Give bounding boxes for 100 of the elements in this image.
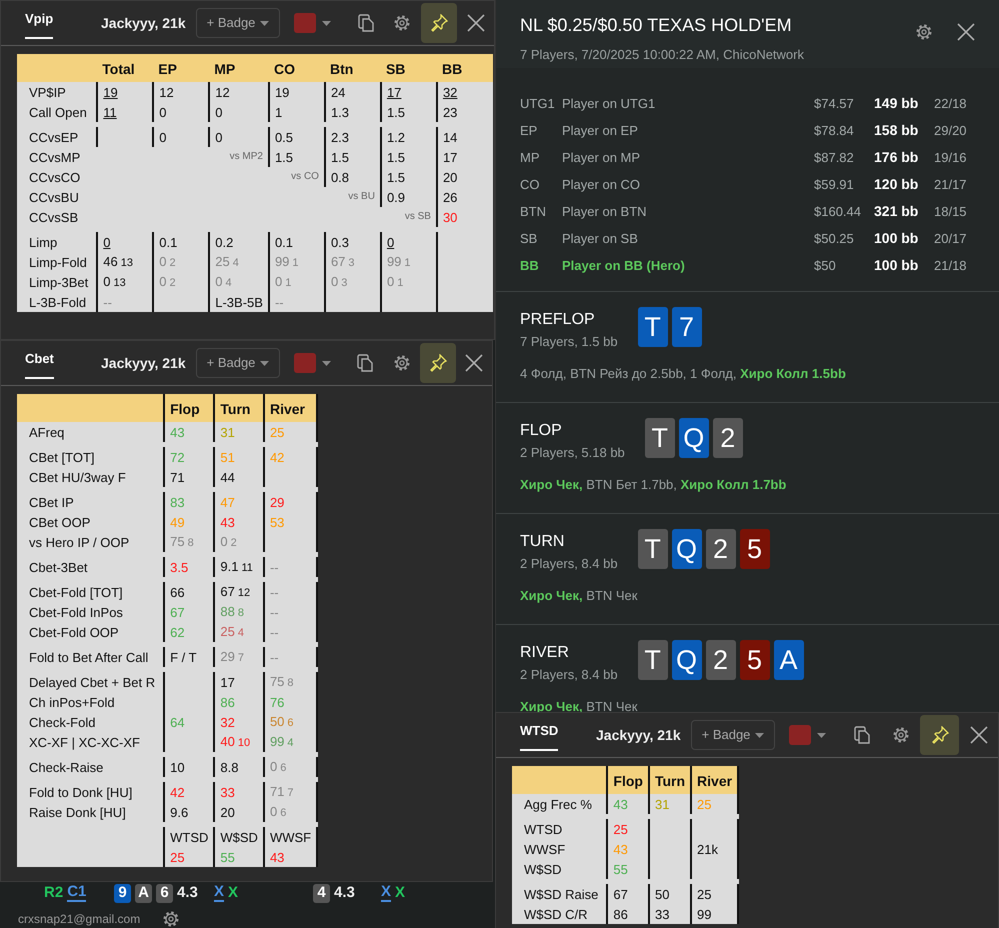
player-name: Player on SB <box>562 230 639 248</box>
pin-button[interactable] <box>420 343 456 383</box>
row-label: W$SD Raise <box>512 884 608 904</box>
player-position: EP <box>520 122 538 140</box>
table-cell: 0 <box>209 127 269 147</box>
table-cell: 0 1 <box>380 272 437 292</box>
column-header: EP <box>153 54 210 82</box>
tab[interactable]: Vpip <box>23 1 101 50</box>
row-label: CCvsSB <box>17 207 98 227</box>
table-cell: 0.5 <box>268 127 325 147</box>
row-label: Delayed Cbet + Bet R <box>17 672 164 692</box>
player-position: SB <box>520 230 538 248</box>
table-cell: 72 <box>164 447 214 467</box>
table-cell: 86 <box>607 904 649 924</box>
table-cell: 29 7 <box>214 647 264 667</box>
table-cell: 1.5 <box>324 147 381 167</box>
player-name: Player on MP <box>562 148 642 167</box>
table-cell: 17 <box>380 82 437 102</box>
player-stack: $59.91 <box>814 176 855 194</box>
row-label: WWSF <box>512 839 608 859</box>
pin-icon <box>428 354 447 372</box>
table-cell: 43 <box>164 422 214 442</box>
table-cell: 66 <box>164 582 214 602</box>
pin-button[interactable] <box>920 715 960 755</box>
table-cell: 12 <box>209 82 269 102</box>
table-cell: 8.8 <box>214 757 264 777</box>
table-cell: 0 3 <box>324 272 381 292</box>
player-stats: 20/17 <box>934 230 968 248</box>
player-name: Player on BTN <box>562 202 648 221</box>
table-cell: 17 <box>436 147 493 167</box>
pin-button[interactable] <box>420 3 458 43</box>
table-cell: 0 2 <box>153 272 210 292</box>
table-cell: 23 <box>436 102 493 122</box>
badge-dropdown[interactable]: + Badge <box>196 348 280 378</box>
table-cell: 0.8 <box>324 167 381 187</box>
table-cell: 30 <box>436 207 493 227</box>
action-text: Хиро Чек, BTN Чек <box>520 698 638 715</box>
playing-card: 5 <box>740 529 770 569</box>
street-name: RIVER <box>520 643 570 662</box>
player-bb: 100 bb <box>874 229 920 248</box>
pin-icon <box>430 14 448 32</box>
street-info: 2 Players, 8.4 bb <box>520 555 618 574</box>
table-cell: 19 <box>268 82 325 102</box>
table-cell: 33 <box>214 782 264 802</box>
table-cell: 46 13 <box>97 252 154 272</box>
table-cell: 25 4 <box>209 252 269 272</box>
table-cell: F / T <box>164 647 214 667</box>
player-name: Player on UTG1 <box>562 94 656 113</box>
column-header: Turn <box>648 766 692 794</box>
color-swatch[interactable] <box>789 725 812 745</box>
table-cell: 9.1 11 <box>214 557 264 577</box>
player-position: MP <box>520 148 540 167</box>
column-header: BB <box>436 54 493 82</box>
column-header: CO <box>268 54 325 82</box>
table-cell: 62 <box>164 622 214 642</box>
caret-icon <box>322 20 332 26</box>
player-name: Jackyyy, 21k <box>101 354 186 373</box>
table-cell: 1.3 <box>324 102 381 122</box>
table-cell: 17 <box>214 672 264 692</box>
row-label: Ch inPos+Fold <box>17 692 164 712</box>
street-info: 2 Players, 8.4 bb <box>520 666 618 684</box>
table-cell: 0 <box>380 232 437 252</box>
tab[interactable]: Cbet <box>23 341 101 390</box>
player-stats: 29/20 <box>934 122 968 140</box>
table-cell: 0 <box>153 127 210 147</box>
playing-card: T <box>638 307 668 347</box>
hand-subtitle: 7 Players, 7/20/2025 10:00:22 AM, ChicoNetwork <box>520 46 804 64</box>
stat-text: R2 <box>44 883 64 903</box>
table-cell: 67 12 <box>214 582 264 602</box>
table-cell: 99 1 <box>380 252 437 272</box>
table-cell: 71 7 <box>264 782 318 802</box>
note-text: vs BU <box>324 187 381 207</box>
badge-dropdown[interactable]: + Badge <box>690 720 776 750</box>
table-cell: 44 <box>214 467 264 487</box>
table-cell: 3.5 <box>164 557 214 577</box>
settings-icon <box>392 354 411 372</box>
color-swatch[interactable] <box>294 353 316 373</box>
table-cell: 75 8 <box>164 532 214 552</box>
table-cell: 40 10 <box>214 732 264 752</box>
row-label: XC-XF | XC-XC-XF <box>17 732 164 752</box>
table-cell: 9.6 <box>164 802 214 822</box>
table-cell: 83 <box>164 492 214 512</box>
playing-card: Q <box>678 418 709 458</box>
player-stack: $50 <box>814 256 837 275</box>
table-cell: 25 <box>691 794 738 814</box>
table-cell: 42 <box>164 782 214 802</box>
column-header: Total <box>97 54 154 82</box>
player-name: Player on EP <box>562 122 639 140</box>
table-cell: 1.5 <box>380 167 437 187</box>
playing-card: A <box>774 640 804 680</box>
table-cell: 43 <box>264 847 318 867</box>
copy-icon <box>358 14 374 32</box>
color-swatch[interactable] <box>294 13 316 33</box>
close-icon <box>466 14 485 32</box>
table-cell: 50 <box>648 884 692 904</box>
badge-dropdown[interactable]: + Badge <box>196 8 280 38</box>
table-cell: 25 <box>264 422 318 442</box>
column-header: Flop <box>607 766 649 794</box>
player-stats: 22/18 <box>934 94 968 113</box>
player-name: Player on BB (Hero) <box>562 256 686 275</box>
